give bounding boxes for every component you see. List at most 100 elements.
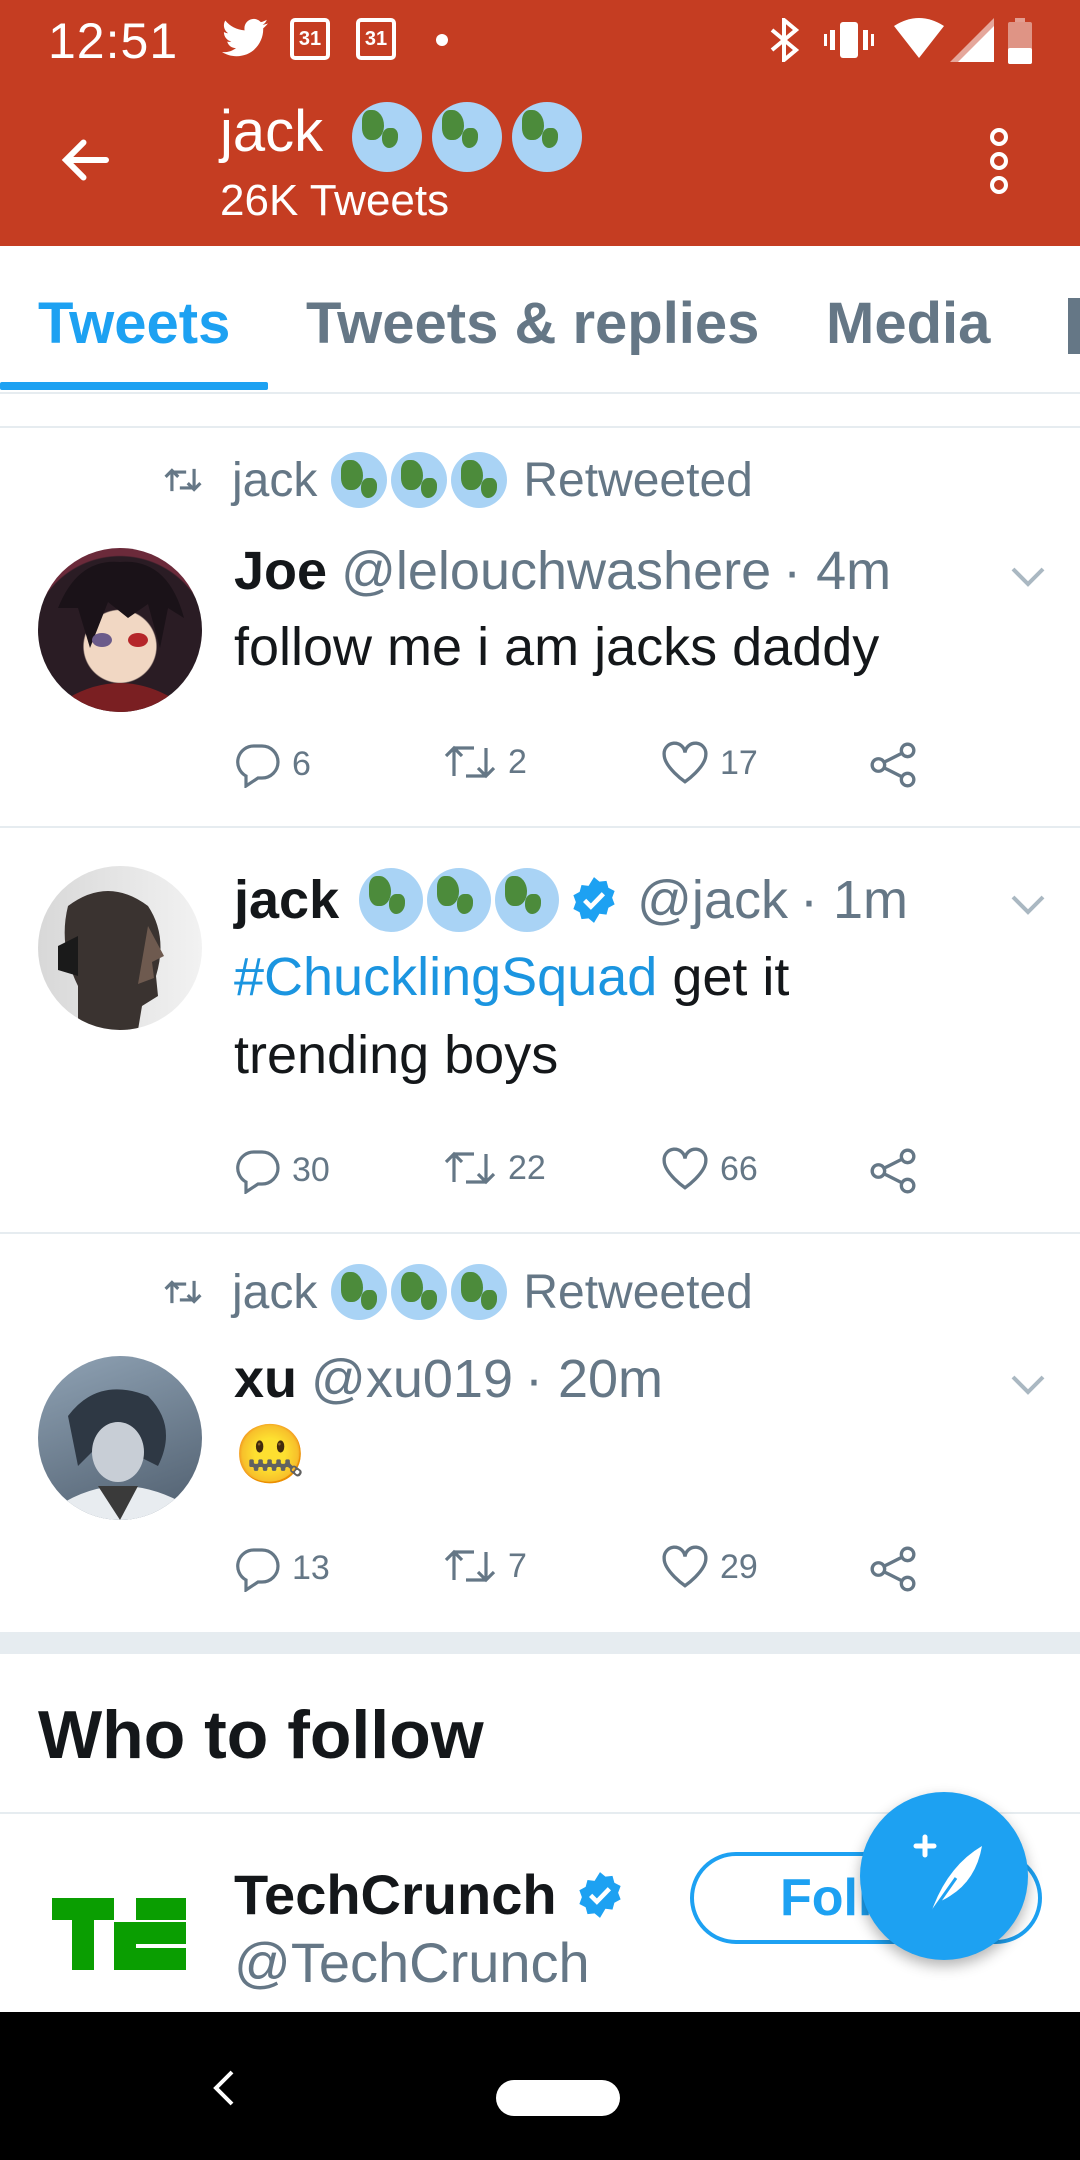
retweet-icon <box>444 1151 496 1185</box>
tweet-text: 🤐 <box>234 1422 307 1487</box>
chevron-down-icon[interactable] <box>1010 566 1046 588</box>
profile-name-title: jack <box>220 99 324 164</box>
globe-icon <box>451 1264 508 1320</box>
tweet-time: · 1m <box>799 870 908 930</box>
chevron-down-icon[interactable] <box>1010 1374 1046 1396</box>
share-icon <box>870 1546 916 1592</box>
globe-icon <box>512 102 582 172</box>
battery-icon <box>1008 18 1032 69</box>
tweet-header: Joe @lelouchwashere · 4m <box>234 540 891 602</box>
globe-emojis <box>352 102 586 172</box>
wifi-icon <box>894 18 944 67</box>
retweet-icon <box>164 1280 202 1304</box>
retweeted-by-name[interactable]: jack <box>232 453 317 508</box>
system-navigation-bar <box>0 2012 1080 2160</box>
tweet-actions: 30 22 66 <box>234 1146 934 1202</box>
author-name[interactable]: xu <box>234 1348 297 1410</box>
signal-icon <box>950 18 994 67</box>
like-button[interactable]: 17 <box>660 740 758 786</box>
suggested-account-handle[interactable]: @TechCrunch <box>234 1930 590 1995</box>
system-back-icon[interactable] <box>210 2068 238 2108</box>
like-count: 66 <box>720 1149 758 1188</box>
author-name[interactable]: jack <box>234 869 339 931</box>
retweet-icon <box>164 468 202 492</box>
reply-count: 30 <box>292 1150 330 1189</box>
author-name[interactable]: Joe <box>234 540 327 602</box>
compose-tweet-button[interactable] <box>860 1792 1028 1960</box>
tweet-actions: 13 7 29 <box>234 1544 934 1600</box>
retweet-button[interactable]: 2 <box>442 740 527 784</box>
globe-icon <box>432 102 502 172</box>
tweet-card[interactable]: jack Retweeted xu @xu019 · 20m 🤐 13 7 29 <box>0 1234 1080 1632</box>
chevron-down-icon[interactable] <box>1010 894 1046 916</box>
retweet-icon <box>444 1549 496 1583</box>
twitter-notification-icon <box>222 18 268 63</box>
retweeted-by-name[interactable]: jack <box>232 1265 317 1320</box>
globe-icon <box>359 868 424 932</box>
verified-badge-icon <box>573 877 615 923</box>
retweeted-label: Retweeted <box>523 1265 753 1319</box>
calendar-icon: 31 <box>356 18 396 60</box>
verified-badge-icon <box>578 1871 621 1918</box>
status-bar: 12:51 31 31 <box>0 0 1080 80</box>
author-handle[interactable]: @xu019 <box>311 1348 513 1410</box>
author-handle[interactable]: @jack <box>637 869 788 931</box>
retweet-button[interactable]: 22 <box>442 1146 546 1190</box>
globe-icon <box>391 1264 448 1320</box>
reply-icon <box>236 1150 280 1194</box>
tab-tweets[interactable]: Tweets <box>38 290 230 357</box>
retweet-context: jack Retweeted <box>164 1264 753 1320</box>
globe-icon <box>331 1264 388 1320</box>
reply-button[interactable]: 13 <box>234 1544 330 1592</box>
tweet-card[interactable]: jack @jack · 1m #ChucklingSquad get it t… <box>0 828 1080 1232</box>
globe-icon <box>352 102 422 172</box>
avatar[interactable] <box>38 1356 202 1520</box>
share-button[interactable] <box>868 1544 928 1594</box>
suggested-account-name[interactable]: TechCrunch <box>234 1862 643 1927</box>
tweet-header: xu @xu019 · 20m <box>234 1348 663 1410</box>
share-button[interactable] <box>868 740 928 790</box>
system-home-button[interactable] <box>496 2080 620 2116</box>
reply-button[interactable]: 30 <box>234 1146 330 1194</box>
like-count: 29 <box>720 1547 758 1586</box>
retweeted-label: Retweeted <box>523 453 753 507</box>
tweet-card[interactable]: jack Retweeted Joe @lelouchwashere · 4m … <box>0 428 1080 826</box>
retweet-count: 2 <box>508 742 527 781</box>
avatar[interactable] <box>38 548 202 712</box>
retweet-button[interactable]: 7 <box>442 1544 527 1588</box>
globe-icon <box>391 452 448 508</box>
tweet-actions: 6 2 17 <box>234 740 934 796</box>
tweet-text: #ChucklingSquad get it trending boys <box>234 938 914 1094</box>
like-button[interactable]: 29 <box>660 1544 758 1590</box>
heart-icon <box>662 1147 708 1190</box>
more-options-icon[interactable] <box>988 128 1010 194</box>
section-separator <box>0 1632 1080 1654</box>
tweet-header: jack @jack · 1m <box>234 868 908 932</box>
reply-button[interactable]: 6 <box>234 740 311 788</box>
share-icon <box>870 1148 916 1194</box>
tab-media[interactable]: Media <box>826 290 990 357</box>
active-tab-indicator <box>0 382 268 390</box>
tweet-time: · 4m <box>783 541 892 601</box>
hashtag-link[interactable]: #ChucklingSquad <box>234 947 657 1007</box>
like-count: 17 <box>720 743 758 782</box>
tab-partial-next[interactable] <box>1068 298 1080 354</box>
retweet-context: jack Retweeted <box>164 452 753 508</box>
tweet-count: 26K Tweets <box>220 176 450 225</box>
tweet-text: follow me i am jacks daddy <box>234 617 880 677</box>
reply-icon <box>236 1548 280 1592</box>
tweet-time: · 20m <box>524 1349 664 1409</box>
back-arrow-icon[interactable] <box>56 130 116 190</box>
retweet-count: 22 <box>508 1148 546 1187</box>
retweet-icon <box>444 745 496 779</box>
more-notifications-dot <box>436 34 448 46</box>
tab-tweets-and-replies[interactable]: Tweets & replies <box>306 290 759 357</box>
vibrate-icon <box>824 18 874 67</box>
author-handle[interactable]: @lelouchwashere <box>341 540 771 602</box>
reply-icon <box>236 744 280 788</box>
who-to-follow-heading: Who to follow <box>38 1697 484 1773</box>
share-button[interactable] <box>868 1146 928 1196</box>
techcrunch-logo[interactable] <box>52 1898 186 1970</box>
avatar[interactable] <box>38 866 202 1030</box>
like-button[interactable]: 66 <box>660 1146 758 1192</box>
